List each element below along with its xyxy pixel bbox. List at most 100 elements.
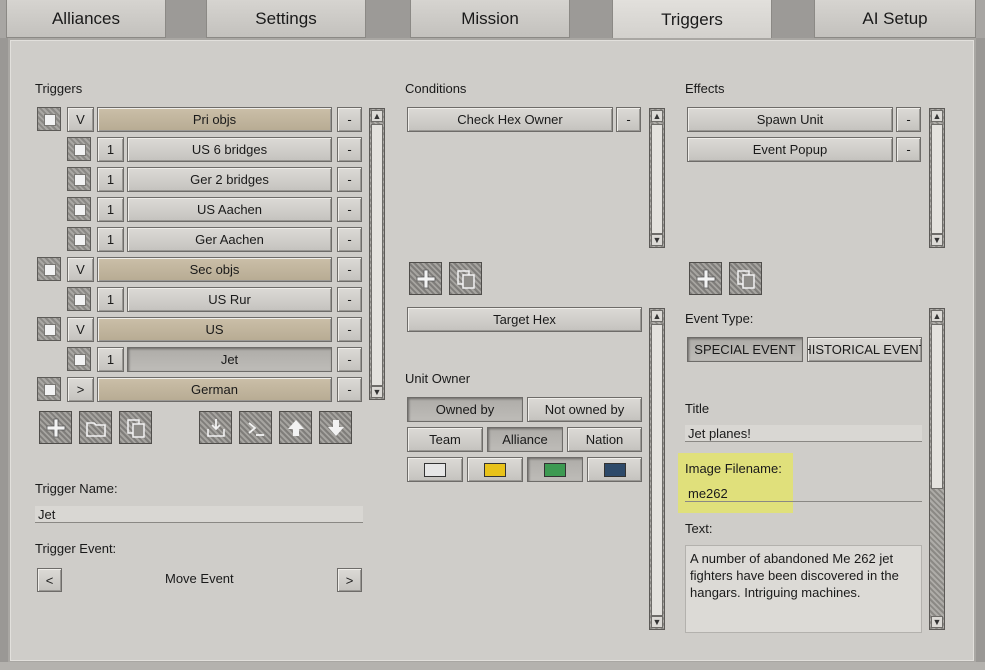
swatch-green-button[interactable] — [527, 457, 583, 482]
nation-button[interactable]: Nation — [567, 427, 642, 452]
target-hex-button[interactable]: Target Hex — [407, 307, 642, 332]
trigger-checkbox[interactable] — [37, 107, 61, 131]
import-button[interactable] — [199, 411, 232, 444]
remove-trigger-button[interactable]: - — [337, 347, 362, 372]
image-filename-field[interactable]: me262 — [685, 485, 922, 502]
swatch-white-button[interactable] — [407, 457, 463, 482]
trigger-group-toggle[interactable]: V — [67, 107, 94, 132]
remove-trigger-button[interactable]: - — [337, 317, 362, 342]
trigger-item[interactable]: Ger 2 bridges — [127, 167, 332, 192]
trigger-checkbox[interactable] — [67, 347, 91, 371]
scroll-down-icon[interactable]: ▼ — [931, 616, 943, 628]
scroll-down-icon[interactable]: ▼ — [371, 386, 383, 398]
scroll-down-icon[interactable]: ▼ — [651, 234, 663, 246]
remove-trigger-button[interactable]: - — [337, 107, 362, 132]
remove-trigger-button[interactable]: - — [337, 377, 362, 402]
trigger-group-toggle[interactable]: V — [67, 257, 94, 282]
trigger-checkbox[interactable] — [67, 197, 91, 221]
remove-condition-button[interactable]: - — [616, 107, 641, 132]
add-folder-button[interactable] — [79, 411, 112, 444]
tab-mission[interactable]: Mission — [410, 0, 570, 38]
trigger-checkbox[interactable] — [67, 287, 91, 311]
title-field[interactable]: Jet planes! — [685, 425, 922, 442]
remove-effect-button[interactable]: - — [896, 137, 921, 162]
trigger-item[interactable]: US Aachen — [127, 197, 332, 222]
copy-effect-button[interactable] — [729, 262, 762, 295]
team-button[interactable]: Team — [407, 427, 483, 452]
trigger-checkbox[interactable] — [37, 257, 61, 281]
trigger-repeat-count[interactable]: 1 — [97, 227, 124, 252]
move-up-button[interactable] — [279, 411, 312, 444]
trigger-checkbox[interactable] — [67, 137, 91, 161]
trigger-group-toggle[interactable]: > — [67, 377, 94, 402]
trigger-item[interactable]: Jet — [127, 347, 332, 372]
remove-trigger-button[interactable]: - — [337, 227, 362, 252]
scroll-down-icon[interactable]: ▼ — [931, 234, 943, 246]
trigger-group-item[interactable]: US — [97, 317, 332, 342]
remove-trigger-button[interactable]: - — [337, 197, 362, 222]
trigger-repeat-count[interactable]: 1 — [97, 347, 124, 372]
tab-ai-setup[interactable]: AI Setup — [814, 0, 976, 38]
event-prev-button[interactable]: < — [37, 568, 62, 592]
effect-event-popup[interactable]: Event Popup — [687, 137, 893, 162]
trigger-group-item[interactable]: Sec objs — [97, 257, 332, 282]
scroll-up-icon[interactable]: ▲ — [931, 110, 943, 122]
condition-details-scrollbar[interactable]: ▲ ▼ — [649, 308, 665, 630]
remove-trigger-button[interactable]: - — [337, 257, 362, 282]
scrollbar-thumb[interactable] — [651, 324, 663, 616]
scroll-up-icon[interactable]: ▲ — [651, 310, 663, 322]
trigger-checkbox[interactable] — [37, 377, 61, 401]
scroll-up-icon[interactable]: ▲ — [931, 310, 943, 322]
effects-scrollbar[interactable]: ▲ ▼ — [929, 108, 945, 248]
trigger-repeat-count[interactable]: 1 — [97, 137, 124, 162]
trigger-checkbox[interactable] — [67, 167, 91, 191]
scrollbar-thumb[interactable] — [651, 124, 663, 234]
trigger-group-toggle[interactable]: V — [67, 317, 94, 342]
add-effect-button[interactable] — [689, 262, 722, 295]
not-owned-by-button[interactable]: Not owned by — [527, 397, 642, 422]
tab-settings[interactable]: Settings — [206, 0, 366, 38]
trigger-checkbox[interactable] — [67, 227, 91, 251]
scrollbar-thumb[interactable] — [371, 124, 383, 386]
condition-check-hex-owner[interactable]: Check Hex Owner — [407, 107, 613, 132]
event-next-button[interactable]: > — [337, 568, 362, 592]
trigger-repeat-count[interactable]: 1 — [97, 197, 124, 222]
copy-trigger-button[interactable] — [119, 411, 152, 444]
remove-effect-button[interactable]: - — [896, 107, 921, 132]
trigger-checkbox[interactable] — [37, 317, 61, 341]
scroll-up-icon[interactable]: ▲ — [651, 110, 663, 122]
scrollbar-thumb[interactable] — [931, 124, 943, 234]
swatch-blue-button[interactable] — [587, 457, 642, 482]
effect-details-scrollbar[interactable]: ▲ ▼ — [929, 308, 945, 630]
triggers-scrollbar[interactable]: ▲ ▼ — [369, 108, 385, 400]
add-condition-button[interactable] — [409, 262, 442, 295]
move-down-button[interactable] — [319, 411, 352, 444]
special-event-button[interactable]: SPECIAL EVENT — [687, 337, 803, 362]
trigger-group-item[interactable]: German — [97, 377, 332, 402]
trigger-repeat-count[interactable]: 1 — [97, 287, 124, 312]
trigger-repeat-count[interactable]: 1 — [97, 167, 124, 192]
tab-triggers[interactable]: Triggers — [612, 0, 772, 40]
remove-trigger-button[interactable]: - — [337, 137, 362, 162]
trigger-item[interactable]: US Rur — [127, 287, 332, 312]
historical-event-button[interactable]: HISTORICAL EVENT — [807, 337, 922, 362]
scrollbar-thumb[interactable] — [931, 324, 943, 489]
remove-trigger-button[interactable]: - — [337, 287, 362, 312]
trigger-name-field[interactable]: Jet — [35, 506, 363, 523]
text-area[interactable]: A number of abandoned Me 262 jet fighter… — [685, 545, 922, 633]
remove-trigger-button[interactable]: - — [337, 167, 362, 192]
trigger-item[interactable]: US 6 bridges — [127, 137, 332, 162]
scroll-up-icon[interactable]: ▲ — [371, 110, 383, 122]
tab-alliances[interactable]: Alliances — [6, 0, 166, 38]
alliance-button[interactable]: Alliance — [487, 427, 563, 452]
owned-by-button[interactable]: Owned by — [407, 397, 523, 422]
add-trigger-button[interactable] — [39, 411, 72, 444]
conditions-scrollbar[interactable]: ▲ ▼ — [649, 108, 665, 248]
copy-condition-button[interactable] — [449, 262, 482, 295]
scroll-down-icon[interactable]: ▼ — [651, 616, 663, 628]
swatch-yellow-button[interactable] — [467, 457, 523, 482]
trigger-item[interactable]: Ger Aachen — [127, 227, 332, 252]
effect-spawn-unit[interactable]: Spawn Unit — [687, 107, 893, 132]
script-button[interactable] — [239, 411, 272, 444]
trigger-group-item[interactable]: Pri objs — [97, 107, 332, 132]
